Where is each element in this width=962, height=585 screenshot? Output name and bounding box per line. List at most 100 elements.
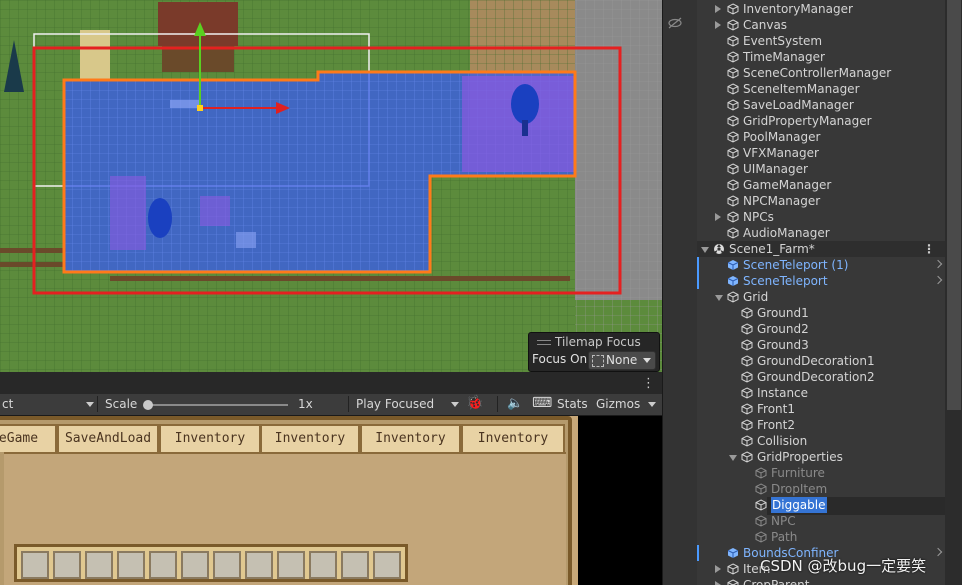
hierarchy-row-label: Ground1 [757, 306, 809, 320]
hierarchy-row[interactable]: Furniture [697, 465, 962, 481]
chevron-down-icon[interactable] [86, 402, 94, 407]
toolbar-divider [497, 396, 498, 412]
hierarchy-row-label: EventSystem [743, 34, 823, 48]
hidden-eye-icon[interactable] [667, 17, 683, 29]
prefab-cube-icon [727, 259, 739, 271]
hierarchy-row[interactable]: VFXManager [697, 145, 962, 161]
hierarchy-row[interactable]: NPCManager [697, 193, 962, 209]
inventory-slot[interactable] [277, 551, 305, 579]
hierarchy-row[interactable]: GridPropertyManager [697, 113, 962, 129]
inventory-slot[interactable] [373, 551, 401, 579]
scene-menu-icon[interactable]: ⋮ [923, 241, 935, 257]
hierarchy-row[interactable]: GridProperties [697, 449, 962, 465]
open-prefab-chevron-icon[interactable] [933, 275, 943, 285]
hierarchy-row-label: GridProperties [757, 450, 843, 464]
hierarchy-row[interactable]: SceneControllerManager [697, 65, 962, 81]
hierarchy-row[interactable]: SceneTeleport [697, 273, 962, 289]
hierarchy-row[interactable]: NPCs [697, 209, 962, 225]
tab-pause-game[interactable]: eGame [0, 424, 57, 452]
expand-right-icon[interactable] [715, 565, 721, 573]
hierarchy-row[interactable]: Instance [697, 385, 962, 401]
gizmos-button[interactable]: Gizmos [596, 397, 640, 411]
open-prefab-chevron-icon[interactable] [933, 547, 943, 557]
expand-down-icon[interactable] [729, 455, 737, 461]
tab-save-and-load[interactable]: SaveAndLoad [57, 424, 159, 452]
expand-down-icon[interactable] [701, 247, 709, 253]
play-mode-dropdown[interactable]: Play Focused [356, 397, 434, 411]
hierarchy-row[interactable]: Grid [697, 289, 962, 305]
hierarchy-row[interactable]: Front2 [697, 417, 962, 433]
hierarchy-row[interactable]: InventoryManager [697, 1, 962, 17]
expand-right-icon[interactable] [715, 21, 721, 29]
hierarchy-row[interactable]: EventSystem [697, 33, 962, 49]
inventory-slot[interactable] [181, 551, 209, 579]
inventory-slot[interactable] [21, 551, 49, 579]
chevron-down-icon[interactable] [451, 402, 459, 407]
hierarchy-row[interactable]: Ground2 [697, 321, 962, 337]
expand-right-icon[interactable] [715, 581, 721, 585]
hierarchy-row-label: DropItem [771, 482, 828, 496]
scene-canvas[interactable] [0, 0, 662, 372]
tab-inventory-3[interactable]: Inventory [360, 424, 461, 452]
inventory-slot[interactable] [213, 551, 241, 579]
visibility-column [663, 0, 697, 585]
expand-right-icon[interactable] [715, 5, 721, 13]
tab-inventory-2[interactable]: Inventory [260, 424, 360, 452]
gameobject-cube-icon [741, 339, 753, 351]
scene-view[interactable]: Tilemap Focus Focus On None [0, 0, 662, 372]
hierarchy-row[interactable]: NPC [697, 513, 962, 529]
focus-on-label: Focus On [532, 352, 588, 366]
hierarchy-row[interactable]: TimeManager [697, 49, 962, 65]
stats-button[interactable]: Stats [557, 397, 588, 411]
hierarchy-row[interactable]: SceneTeleport (1) [697, 257, 962, 273]
focus-on-dropdown[interactable]: None [588, 351, 656, 370]
hierarchy-row[interactable]: Front1 [697, 401, 962, 417]
hierarchy-row[interactable]: DropItem [697, 481, 962, 497]
inventory-slot[interactable] [341, 551, 369, 579]
hierarchy-row[interactable]: Collision [697, 433, 962, 449]
tab-inventory-4[interactable]: Inventory [461, 424, 565, 452]
inventory-slot[interactable] [245, 551, 273, 579]
bug-icon[interactable]: 🐞 [466, 395, 483, 411]
hierarchy-row[interactable]: SaveLoadManager [697, 97, 962, 113]
hierarchy-row[interactable]: SceneItemManager [697, 81, 962, 97]
open-prefab-chevron-icon[interactable] [933, 259, 943, 269]
scale-slider-knob[interactable] [143, 400, 153, 410]
inventory-slot[interactable] [53, 551, 81, 579]
gameobject-cube-icon [741, 387, 753, 399]
hierarchy-row[interactable]: Ground3 [697, 337, 962, 353]
hierarchy-row[interactable]: UIManager [697, 161, 962, 177]
hierarchy-row[interactable]: GroundDecoration1 [697, 353, 962, 369]
hierarchy-row[interactable]: Path [697, 529, 962, 545]
inventory-slot[interactable] [117, 551, 145, 579]
hierarchy-row[interactable]: Canvas [697, 17, 962, 33]
hierarchy-row[interactable]: GroundDecoration2 [697, 369, 962, 385]
game-view[interactable]: eGame SaveAndLoad Inventory Inventory In… [0, 416, 662, 585]
inventory-slot[interactable] [309, 551, 337, 579]
toolbar-divider [97, 396, 98, 412]
hierarchy-row[interactable]: Diggable [697, 497, 962, 515]
gameobject-cube-icon [755, 467, 767, 479]
hierarchy-scene-row[interactable]: Scene1_Farm* ⋮ [697, 241, 962, 257]
inventory-slot[interactable] [149, 551, 177, 579]
expand-down-icon[interactable] [715, 295, 723, 301]
drag-handle-icon[interactable] [537, 340, 551, 345]
expand-right-icon[interactable] [715, 213, 721, 221]
display-dropdown-label[interactable]: ct [2, 397, 13, 411]
hierarchy-row[interactable]: CropParent [697, 577, 962, 585]
scrollbar-thumb[interactable] [947, 0, 961, 410]
scale-slider-track[interactable] [148, 404, 288, 406]
hierarchy-scrollbar[interactable] [945, 0, 962, 585]
more-options-icon[interactable]: ⋮ [642, 376, 655, 391]
hierarchy-row[interactable]: AudioManager [697, 225, 962, 241]
hierarchy-row[interactable]: PoolManager [697, 129, 962, 145]
hierarchy-row[interactable]: GameManager [697, 177, 962, 193]
hierarchy-row[interactable]: Ground1 [697, 305, 962, 321]
hierarchy-row-label: SaveLoadManager [743, 98, 854, 112]
tab-inventory-1[interactable]: Inventory [159, 424, 261, 452]
audio-mute-icon[interactable]: 🔈 [507, 396, 523, 411]
gameobject-cube-icon [741, 419, 753, 431]
inventory-slot[interactable] [85, 551, 113, 579]
keyboard-icon[interactable]: ⌨ [532, 395, 552, 411]
chevron-down-icon[interactable] [648, 402, 656, 407]
